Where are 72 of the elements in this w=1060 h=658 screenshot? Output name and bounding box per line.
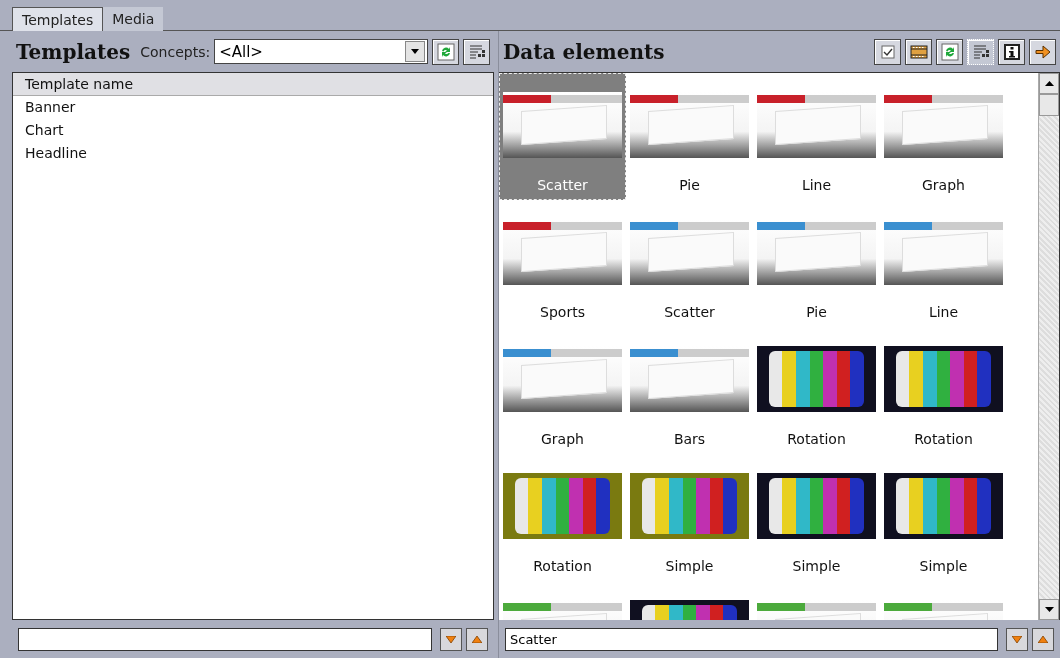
tile-label: Line	[928, 304, 959, 320]
tile-label: Sports	[540, 304, 585, 320]
tile-label: Graph	[541, 431, 584, 447]
refresh-icon	[940, 42, 959, 61]
tile-label: Rotation	[787, 431, 846, 447]
template-tile[interactable]: Pie	[626, 73, 753, 200]
template-tile[interactable]: Rotation	[753, 327, 880, 454]
tile-label: Simple	[919, 558, 968, 574]
tile-label: Pie	[806, 304, 827, 320]
tile-label: Line	[801, 177, 832, 193]
panel-title: Data elements	[503, 39, 665, 64]
triangle-up-icon	[472, 635, 482, 643]
filter-field[interactable]	[18, 627, 432, 651]
tile-label: Scatter	[537, 177, 588, 193]
checkbox-icon	[879, 43, 896, 60]
template-tile[interactable]: Graph	[880, 73, 1007, 200]
template-tile[interactable]: Simple	[880, 454, 1007, 581]
tile-label: Simple	[792, 558, 841, 574]
caret-icon	[411, 49, 419, 54]
triangle-down-icon	[1012, 635, 1022, 643]
scrollbar[interactable]	[1038, 73, 1059, 620]
list-grid-icon	[971, 42, 990, 61]
tile-label: Rotation	[914, 431, 973, 447]
filmstrip-button[interactable]	[905, 38, 932, 65]
concepts-dropdown[interactable]: <All>	[214, 39, 428, 64]
refresh-button[interactable]	[936, 38, 963, 65]
info-button[interactable]	[998, 38, 1025, 65]
template-tile[interactable]: Simple	[626, 454, 753, 581]
panel-title: Templates	[16, 39, 131, 64]
template-tile[interactable]: Scatter	[626, 200, 753, 327]
template-row[interactable]: Banner	[13, 96, 493, 119]
tile-label: Rotation	[533, 558, 592, 574]
arrow-right-icon	[1033, 43, 1052, 60]
info-icon	[1003, 43, 1020, 60]
template-tile[interactable]: Simple	[753, 454, 880, 581]
template-tile[interactable]: Line	[880, 200, 1007, 327]
tile-label: Simple	[665, 558, 714, 574]
scroll-up-icon	[1044, 81, 1054, 86]
refresh-icon	[436, 42, 455, 61]
list-grid-icon	[467, 42, 486, 61]
column-header[interactable]: Template name	[13, 73, 493, 96]
scroll-thumb[interactable]	[1039, 94, 1059, 116]
tile-label: Bars	[673, 431, 706, 447]
filter-field[interactable]: Scatter	[505, 627, 998, 651]
tile-label: Scatter	[664, 304, 715, 320]
template-tile[interactable]: Sports	[499, 200, 626, 327]
scroll-down-icon	[1044, 607, 1054, 612]
arrow-right-button[interactable]	[1029, 38, 1056, 65]
view-button[interactable]	[463, 38, 490, 65]
template-row[interactable]: Chart	[13, 119, 493, 142]
move-down-button[interactable]	[440, 627, 462, 651]
panel-tab[interactable]: Templates	[12, 7, 104, 31]
template-tile[interactable]: Scatter	[499, 73, 626, 200]
template-tile[interactable]: Graph	[499, 327, 626, 454]
move-up-button[interactable]	[1032, 627, 1054, 651]
template-tile[interactable]: Line	[753, 73, 880, 200]
concepts-label: Concepts:	[140, 43, 211, 60]
template-tile[interactable]: Bars	[626, 327, 753, 454]
template-tile[interactable]: Rotation	[880, 327, 1007, 454]
tile-label: Graph	[922, 177, 965, 193]
triangle-up-icon	[1038, 635, 1048, 643]
template-tile[interactable]: Pie	[753, 200, 880, 327]
tile-label: Pie	[679, 177, 700, 193]
refresh-button[interactable]	[432, 38, 459, 65]
template-tile[interactable]: Rotation	[499, 454, 626, 581]
template-row[interactable]: Headline	[13, 142, 493, 165]
panel-tab[interactable]: Media	[103, 7, 164, 31]
filmstrip-icon	[909, 43, 928, 60]
move-down-button[interactable]	[1006, 627, 1028, 651]
checkbox-button[interactable]	[874, 38, 901, 65]
move-up-button[interactable]	[466, 627, 488, 651]
triangle-down-icon	[446, 635, 456, 643]
